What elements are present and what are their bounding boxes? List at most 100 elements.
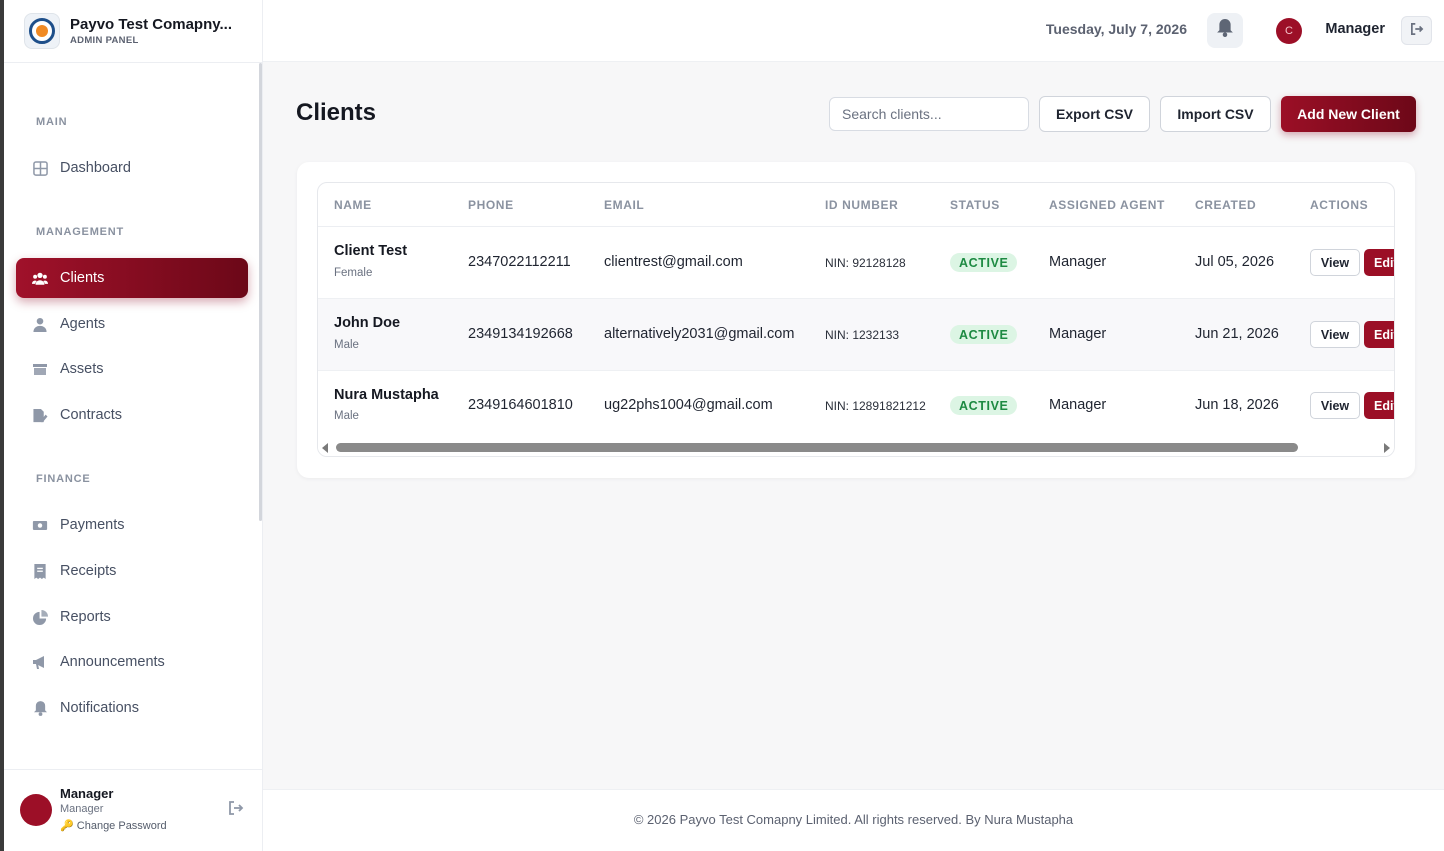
user-name: Manager — [60, 786, 114, 801]
section-main: MAIN — [36, 116, 68, 128]
sidebar-item-notifications[interactable]: Notifications — [16, 688, 248, 728]
sidebar-item-label: Assets — [60, 361, 104, 377]
sidebar-item-reports[interactable]: Reports — [16, 597, 248, 637]
import-csv-button[interactable]: Import CSV — [1160, 96, 1271, 132]
view-button[interactable]: View — [1310, 392, 1360, 419]
client-gender: Female — [334, 267, 373, 279]
section-finance: FINANCE — [36, 473, 91, 485]
status-badge: ACTIVE — [950, 253, 1018, 272]
column-header: STATUS — [950, 198, 1000, 212]
edit-button[interactable]: Edit — [1364, 249, 1394, 276]
box-icon — [32, 361, 48, 377]
top-header: Tuesday, July 7, 2026 C Manager — [263, 0, 1444, 62]
sidebar-item-label: Reports — [60, 609, 111, 625]
section-management: MANAGEMENT — [36, 226, 125, 238]
logout-icon[interactable] — [228, 801, 244, 820]
table-row[interactable]: Nura Mustapha Male 2349164601810 ug22phs… — [318, 371, 1394, 443]
horizontal-scrollbar[interactable] — [318, 440, 1394, 456]
sidebar-item-label: Payments — [60, 517, 125, 533]
client-phone: 2349164601810 — [468, 397, 573, 413]
key-icon: 🔑 — [60, 820, 74, 832]
sidebar-item-label: Dashboard — [60, 160, 131, 176]
sidebar-user-card: Manager Manager 🔑 Change Password — [4, 769, 262, 851]
created-date: Jun 21, 2026 — [1195, 326, 1279, 342]
company-name: Payvo Test Comapny... — [70, 16, 232, 33]
sidebar-item-label: Announcements — [60, 654, 165, 670]
sidebar-item-label: Clients — [60, 270, 105, 286]
change-password-label: Change Password — [76, 820, 167, 832]
client-name: Nura Mustapha — [334, 387, 439, 403]
receipt-icon — [32, 563, 48, 579]
add-new-client-button[interactable]: Add New Client — [1281, 96, 1416, 132]
client-name: Client Test — [334, 243, 408, 259]
company-logo — [24, 13, 60, 49]
scroll-left-arrow[interactable] — [322, 443, 328, 453]
notifications-button[interactable] — [1207, 13, 1243, 48]
edit-button[interactable]: Edit — [1364, 392, 1394, 419]
current-date: Tuesday, July 7, 2026 — [1045, 21, 1187, 37]
sidebar-item-contracts[interactable]: Contracts — [16, 395, 248, 435]
view-button[interactable]: View — [1310, 249, 1360, 276]
status-badge: ACTIVE — [950, 396, 1018, 415]
table-header: NAME PHONE EMAIL ID NUMBER STATUS ASSIGN… — [318, 183, 1394, 227]
created-date: Jun 18, 2026 — [1195, 397, 1279, 413]
sidebar-item-dashboard[interactable]: Dashboard — [16, 148, 248, 188]
sidebar-item-assets[interactable]: Assets — [16, 349, 248, 389]
header-user-name[interactable]: Manager — [1325, 21, 1385, 37]
column-header: ID NUMBER — [825, 198, 899, 212]
sidebar-item-label: Notifications — [60, 700, 139, 716]
change-password-link[interactable]: 🔑 Change Password — [60, 819, 167, 832]
view-button[interactable]: View — [1310, 321, 1360, 348]
logout-button[interactable] — [1401, 16, 1432, 45]
avatar — [20, 794, 52, 826]
sidebar-item-agents[interactable]: Agents — [16, 304, 248, 344]
sidebar-item-clients[interactable]: Clients — [16, 258, 248, 298]
sidebar: Payvo Test Comapny... ADMIN PANEL MAIN D… — [0, 0, 263, 851]
sidebar-item-label: Receipts — [60, 563, 117, 579]
megaphone-icon — [32, 654, 48, 670]
table-row[interactable]: John Doe Male 2349134192668 alternativel… — [318, 299, 1394, 371]
user-icon — [32, 316, 48, 332]
sidebar-item-label: Agents — [60, 316, 106, 332]
column-header: CREATED — [1195, 198, 1257, 212]
column-header: ACTIONS — [1310, 198, 1369, 212]
client-gender: Male — [334, 410, 359, 422]
sidebar-scrollbar[interactable] — [259, 63, 262, 521]
sidebar-item-label: Contracts — [60, 407, 123, 423]
bell-icon — [1217, 19, 1233, 42]
user-role: Manager — [60, 803, 104, 815]
export-csv-button[interactable]: Export CSV — [1039, 96, 1150, 132]
scrollbar-thumb[interactable] — [336, 443, 1298, 452]
client-email: ug22phs1004@gmail.com — [604, 397, 773, 413]
contract-icon — [32, 407, 48, 423]
brand: Payvo Test Comapny... ADMIN PANEL — [4, 0, 262, 63]
assigned-agent: Manager — [1049, 326, 1107, 342]
page-title: Clients — [296, 99, 377, 126]
table-row[interactable]: Client Test Female 2347022112211 clientr… — [318, 227, 1394, 299]
sidebar-nav: MAIN Dashboard MANAGEMENT Clients Agents… — [4, 63, 262, 769]
assigned-agent: Manager — [1049, 254, 1107, 270]
logout-icon — [1410, 22, 1424, 40]
sidebar-item-receipts[interactable]: Receipts — [16, 551, 248, 591]
sidebar-item-announcements[interactable]: Announcements — [16, 642, 248, 682]
client-email: alternatively2031@gmail.com — [604, 326, 795, 342]
column-header: PHONE — [468, 198, 514, 212]
bell-icon — [32, 700, 48, 716]
pie-chart-icon — [32, 609, 48, 625]
column-header: EMAIL — [604, 198, 645, 212]
client-id-number: NIN: 12891821212 — [825, 399, 926, 413]
client-id-number: NIN: 92128128 — [825, 256, 906, 270]
sidebar-item-payments[interactable]: Payments — [16, 505, 248, 545]
scroll-right-arrow[interactable] — [1384, 443, 1390, 453]
client-gender: Male — [334, 339, 359, 351]
client-name: John Doe — [334, 315, 401, 331]
avatar[interactable]: C — [1276, 18, 1302, 44]
client-phone: 2349134192668 — [468, 326, 573, 342]
column-header: ASSIGNED AGENT — [1049, 198, 1165, 212]
search-input[interactable] — [829, 97, 1029, 131]
grid-icon — [32, 160, 48, 176]
created-date: Jul 05, 2026 — [1195, 254, 1275, 270]
money-icon — [32, 517, 48, 533]
edit-button[interactable]: Edit — [1364, 321, 1394, 348]
users-icon — [32, 270, 48, 286]
